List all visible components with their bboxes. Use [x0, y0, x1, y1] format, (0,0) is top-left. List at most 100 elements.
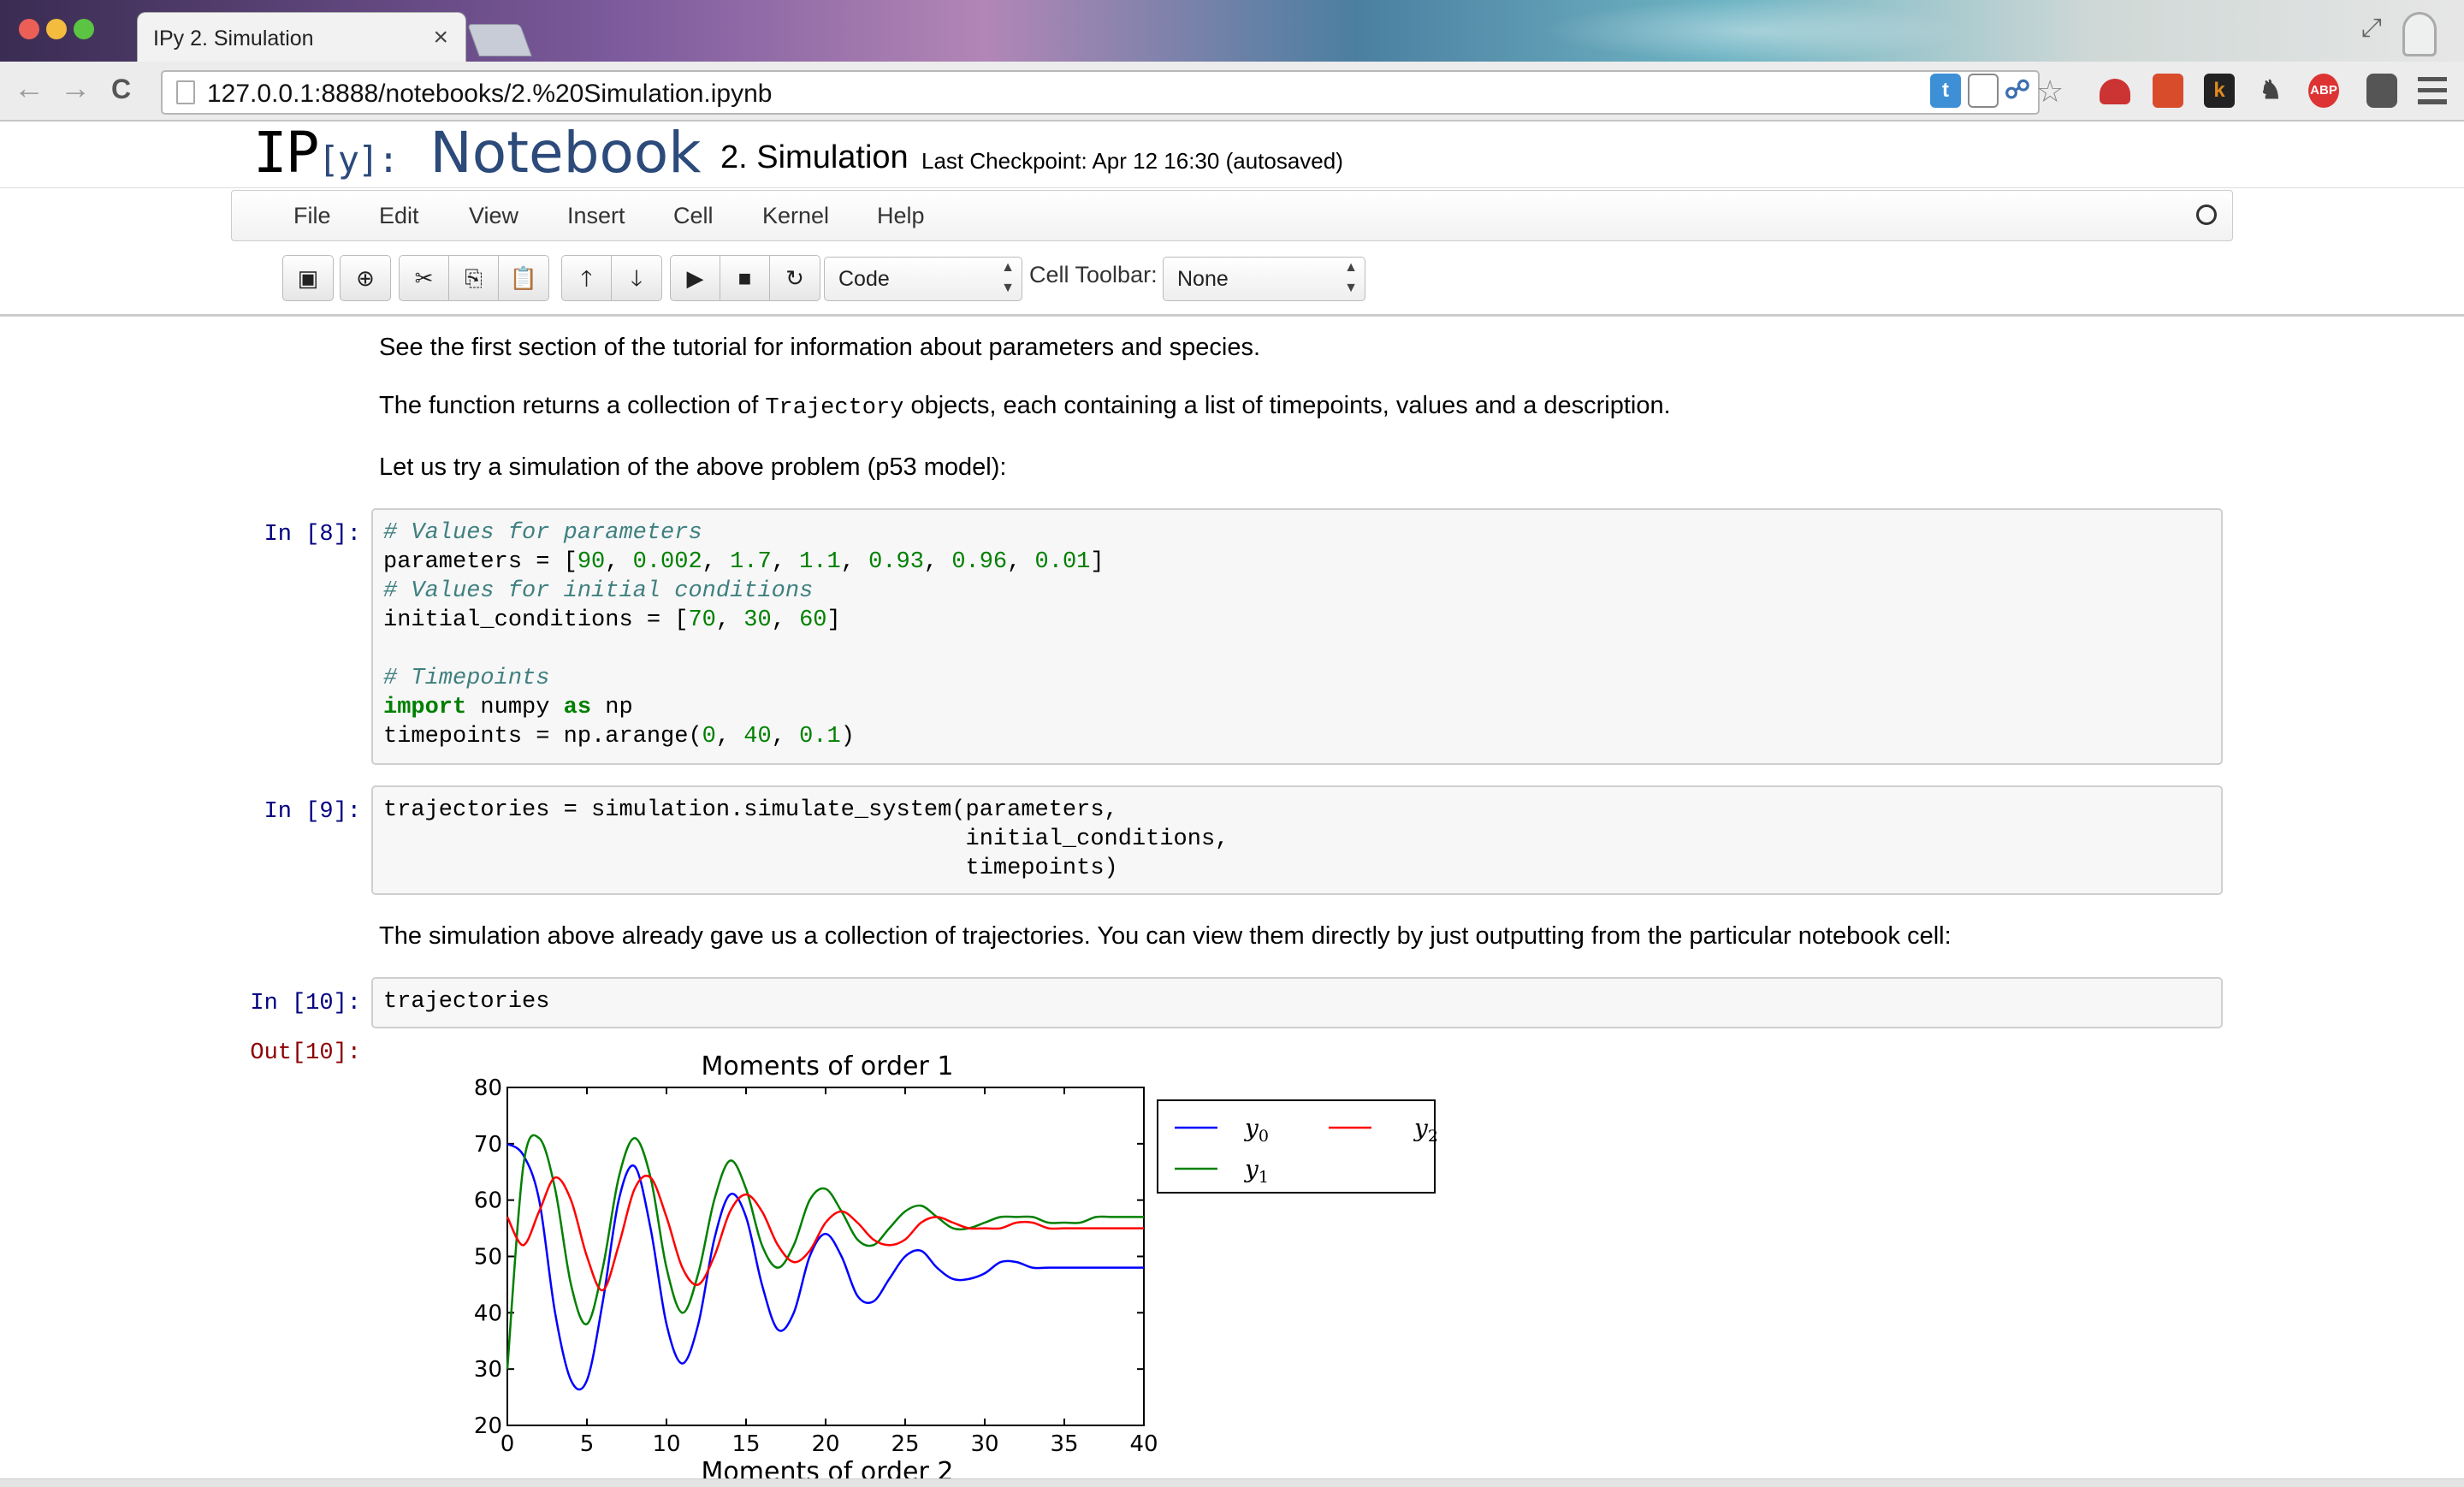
text-span: The function returns a collection of: [379, 392, 766, 419]
x-tick-label: 10: [652, 1431, 680, 1457]
code-number: 60: [799, 607, 827, 633]
code-number: 30: [743, 607, 772, 633]
code-comment: # Values for initial conditions: [383, 578, 814, 604]
select-arrows-icon: ▲ ▼: [1344, 260, 1358, 295]
cell-toolbar-value: None: [1177, 267, 1229, 291]
abp-icon[interactable]: ABP: [2308, 74, 2339, 108]
notebook-menubar: File Edit View Insert Cell Kernel Help: [231, 190, 2233, 241]
ipython-logo[interactable]: IP[y]: Notebook: [253, 120, 702, 186]
checkpoint-status: Last Checkpoint: Apr 12 16:30 (autosaved…: [921, 148, 1343, 174]
save-icon[interactable]: ▣: [283, 256, 333, 300]
code-cell[interactable]: trajectories: [371, 977, 2223, 1028]
phone-icon[interactable]: [1968, 74, 1999, 108]
menu-insert[interactable]: Insert: [567, 203, 625, 229]
code-number: 0.002: [632, 549, 702, 575]
titlebar-decoration: [1540, 0, 1968, 62]
code-text: timepoints = np.arange(: [383, 724, 702, 749]
page-bottom-edge: [0, 1478, 2464, 1487]
text-span: objects, each containing a list of timep…: [903, 392, 1671, 419]
insert-cell-icon[interactable]: ⊕: [341, 256, 390, 300]
header-divider: [0, 314, 2464, 317]
cell-type-select[interactable]: Code ▲ ▼: [824, 257, 1022, 301]
x-tick-label: 20: [811, 1431, 839, 1457]
y-tick-label: 40: [474, 1300, 502, 1326]
plot-area: [506, 1087, 1145, 1426]
input-prompt: In [9]:: [264, 799, 361, 825]
menu-cell[interactable]: Cell: [673, 203, 714, 229]
profile-avatar[interactable]: [2402, 12, 2437, 56]
code-cell[interactable]: # Values for parameters parameters = [90…: [371, 508, 2223, 765]
menu-view[interactable]: View: [469, 203, 518, 229]
back-button[interactable]: ←: [14, 70, 44, 106]
code-number: 0.1: [799, 724, 841, 749]
code-number: 0.01: [1034, 549, 1091, 575]
code-cell[interactable]: trajectories = simulation.simulate_syste…: [371, 785, 2223, 895]
code-number: 0: [702, 724, 716, 749]
tab-title: IPy 2. Simulation: [153, 27, 314, 50]
fullscreen-icon[interactable]: ⤢: [2361, 14, 2382, 43]
address-bar[interactable]: 127.0.0.1:8888/notebooks/2.%20Simulation…: [161, 70, 2040, 115]
x-tick-label: 15: [732, 1431, 760, 1457]
copy-icon[interactable]: ⎘: [449, 256, 499, 300]
browser-tab[interactable]: IPy 2. Simulation ×: [137, 12, 466, 62]
input-prompt: In [8]:: [264, 522, 361, 548]
code-comment: # Timepoints: [383, 666, 550, 691]
network-icon[interactable]: ☍: [2002, 74, 2033, 108]
menu-icon[interactable]: [2418, 77, 2447, 104]
code-number: 40: [743, 724, 772, 749]
paste-icon[interactable]: 📋: [499, 256, 548, 300]
run-icon[interactable]: ▶: [671, 256, 720, 300]
y-tick-label: 60: [474, 1188, 502, 1214]
code-text: parameters = [: [383, 549, 578, 575]
window-titlebar: IPy 2. Simulation × ⤢: [0, 0, 2464, 62]
edit-group: ✂ ⎘ 📋: [399, 255, 549, 301]
code-number: 1.1: [799, 549, 841, 575]
code-number: 90: [577, 549, 606, 575]
select-arrows-icon: ▲ ▼: [1001, 260, 1015, 295]
menu-edit[interactable]: Edit: [379, 203, 419, 229]
pocket-icon[interactable]: [2366, 74, 2397, 108]
menu-help[interactable]: Help: [877, 203, 925, 229]
cell-toolbar-label: Cell Toolbar:: [1029, 262, 1158, 287]
browser-toolbar: ← → C 127.0.0.1:8888/notebooks/2.%20Simu…: [0, 62, 2464, 121]
page-icon: [176, 80, 195, 104]
cell-type-value: Code: [838, 267, 890, 291]
k-icon[interactable]: k: [2204, 74, 2235, 108]
run-group: ▶ ■ ↻: [670, 255, 820, 301]
url-text[interactable]: 127.0.0.1:8888/notebooks/2.%20Simulation…: [207, 80, 772, 109]
reload-button[interactable]: C: [111, 74, 131, 105]
zoom-window-icon[interactable]: [74, 19, 94, 39]
logo-ip: IP: [253, 120, 319, 186]
cut-icon[interactable]: ✂: [400, 256, 449, 300]
x-tick-label: 30: [970, 1431, 998, 1457]
logo-y: [y]:: [317, 139, 399, 181]
move-up-icon[interactable]: 🡑: [562, 256, 612, 300]
t-icon[interactable]: t: [1930, 74, 1961, 108]
move-down-icon[interactable]: 🡓: [612, 256, 661, 300]
x-tick-label: 5: [580, 1431, 595, 1457]
menu-kernel[interactable]: Kernel: [762, 203, 829, 229]
bookmark-star-icon[interactable]: ☆: [2036, 74, 2064, 110]
couch-icon[interactable]: [2100, 79, 2130, 104]
code-keyword: as: [563, 695, 592, 720]
y-tick-label: 70: [474, 1132, 502, 1158]
legend-box: [1157, 1099, 1436, 1194]
menu-file[interactable]: File: [293, 203, 331, 229]
forward-button[interactable]: →: [60, 70, 91, 106]
minimize-window-icon[interactable]: [46, 19, 67, 39]
pdf-icon[interactable]: [2153, 74, 2183, 108]
new-tab-button[interactable]: [467, 24, 532, 56]
evernote-icon[interactable]: ♞: [2255, 74, 2286, 108]
input-prompt: In [10]:: [250, 991, 361, 1016]
notebook-title[interactable]: 2. Simulation: [720, 139, 909, 176]
code-text: initial_conditions = [: [383, 607, 689, 633]
cell-toolbar-select[interactable]: None ▲ ▼: [1163, 257, 1365, 301]
close-window-icon[interactable]: [19, 19, 39, 39]
x-tick-label: 40: [1129, 1431, 1158, 1457]
code-keyword: import: [383, 695, 467, 720]
move-group: 🡑 🡓: [561, 255, 662, 301]
restart-icon[interactable]: ↻: [770, 256, 820, 300]
tab-close-icon[interactable]: ×: [433, 23, 448, 52]
code-text: np: [591, 695, 633, 720]
stop-icon[interactable]: ■: [720, 256, 770, 300]
